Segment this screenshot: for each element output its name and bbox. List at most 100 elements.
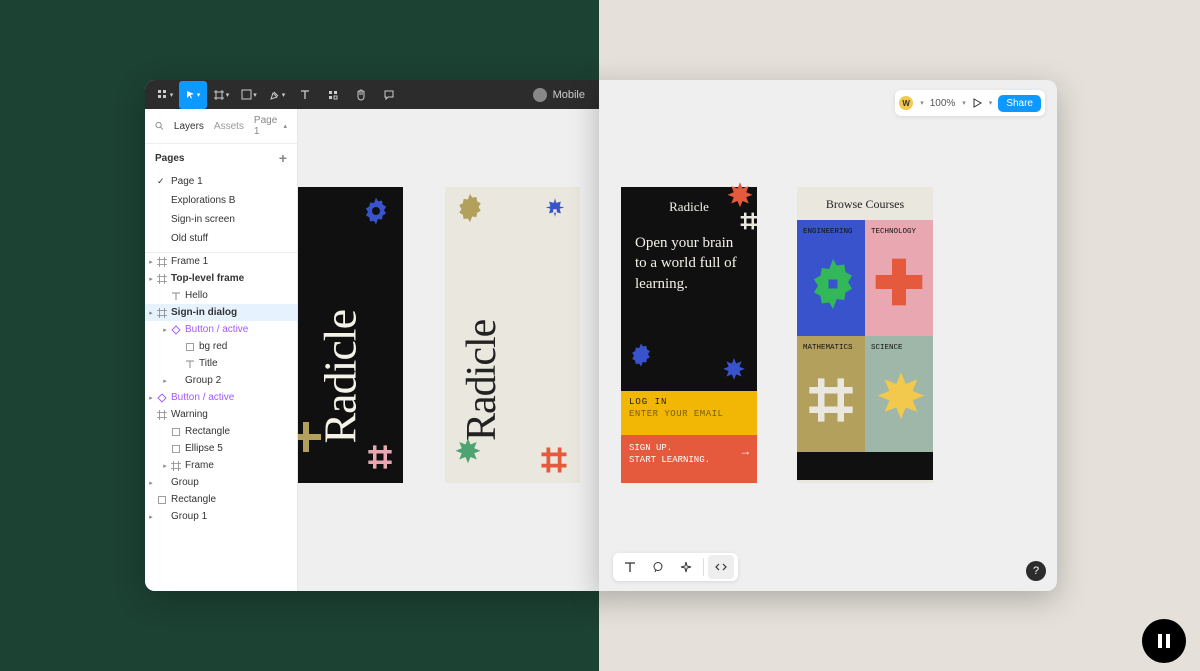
figma-viewer-window: W ▾ 100% ▾ ▾ Share Radicle Open your bra… bbox=[599, 80, 1057, 591]
radicle-logo-text: Radicle bbox=[314, 224, 367, 444]
add-page-button[interactable]: + bbox=[279, 150, 287, 166]
figma-editor-window: ▾ ▾ ▾ ▾ ▾ Mobile bbox=[145, 80, 599, 591]
layer-label: Frame 1 bbox=[169, 256, 208, 267]
hash-icon bbox=[805, 374, 857, 426]
page-item[interactable]: Explorations B bbox=[145, 191, 297, 210]
layer-row[interactable]: Warning bbox=[145, 406, 297, 423]
pen-icon bbox=[269, 89, 281, 101]
page-item[interactable]: Sign-in screen bbox=[145, 210, 297, 229]
text-icon bbox=[624, 561, 636, 573]
radicle-logo-text: Radicle bbox=[458, 221, 506, 441]
frame-icon bbox=[155, 274, 169, 284]
layers-tab[interactable]: Layers bbox=[174, 121, 204, 132]
comment-button[interactable] bbox=[645, 555, 671, 579]
layer-label: Button / active bbox=[169, 392, 234, 403]
layer-label: Rectangle bbox=[183, 426, 230, 437]
comment-icon bbox=[383, 89, 395, 101]
layer-row[interactable]: Title bbox=[145, 355, 297, 372]
rect-icon bbox=[169, 427, 183, 437]
frame-radicle-dark[interactable]: Radicle bbox=[298, 187, 403, 483]
frame-radicle-light[interactable]: Radicle bbox=[445, 187, 580, 483]
layer-row[interactable]: bg red bbox=[145, 338, 297, 355]
layer-row[interactable]: Rectangle bbox=[145, 423, 297, 440]
shape-tool-button[interactable]: ▾ bbox=[235, 81, 263, 109]
user-avatar[interactable] bbox=[533, 88, 547, 102]
layer-row[interactable]: ▸Frame bbox=[145, 457, 297, 474]
text-tool-button[interactable] bbox=[291, 81, 319, 109]
pause-icon bbox=[1158, 634, 1162, 648]
page-item[interactable]: Page 1 bbox=[145, 172, 297, 191]
frame-footer bbox=[797, 452, 933, 480]
layers-panel: Layers Assets Page 1▴ Pages + Page 1Expl… bbox=[145, 109, 298, 591]
card-science[interactable]: SCIENCE bbox=[865, 336, 933, 452]
main-menu-button[interactable]: ▾ bbox=[151, 81, 179, 109]
text-icon bbox=[183, 359, 197, 369]
rect-icon bbox=[169, 444, 183, 454]
layer-label: bg red bbox=[197, 341, 227, 352]
frame-browse-courses[interactable]: Browse Courses ENGINEERING TECHNOLOGY MA… bbox=[797, 187, 933, 483]
layer-label: Group 2 bbox=[183, 375, 221, 386]
layer-row[interactable]: ▸Top-level frame bbox=[145, 270, 297, 287]
layer-row[interactable]: Ellipse 5 bbox=[145, 440, 297, 457]
layer-label: Group 1 bbox=[169, 511, 207, 522]
move-tool-button[interactable]: ▾ bbox=[179, 81, 207, 109]
burst-icon bbox=[873, 370, 929, 426]
help-button[interactable]: ? bbox=[1026, 561, 1046, 581]
frame-icon bbox=[169, 461, 183, 471]
viewer-canvas[interactable]: Radicle Open your brain to a world full … bbox=[599, 80, 1057, 591]
devmode-button[interactable] bbox=[708, 555, 734, 579]
layer-label: Sign-in dialog bbox=[169, 307, 237, 318]
comment-tool-button[interactable] bbox=[375, 81, 403, 109]
layer-row[interactable]: ▸Group bbox=[145, 474, 297, 491]
email-input[interactable]: ENTER YOUR EMAIL bbox=[629, 409, 749, 419]
text-icon bbox=[300, 90, 310, 100]
pages-title: Pages bbox=[155, 153, 184, 164]
pages-list: Page 1Explorations BSign-in screenOld st… bbox=[145, 172, 297, 253]
hand-tool-button[interactable] bbox=[347, 81, 375, 109]
component-icon bbox=[155, 393, 169, 403]
gear-icon bbox=[627, 341, 655, 369]
frame-signin[interactable]: Radicle Open your brain to a world full … bbox=[621, 187, 757, 483]
assets-tab[interactable]: Assets bbox=[214, 121, 244, 132]
pointer-icon bbox=[186, 90, 196, 100]
layer-label: Hello bbox=[183, 290, 208, 301]
editor-canvas[interactable]: Radicle Radicle bbox=[298, 109, 599, 591]
hash-icon bbox=[739, 211, 759, 231]
layer-row[interactable]: ▸Button / active bbox=[145, 389, 297, 406]
pen-tool-button[interactable]: ▾ bbox=[263, 81, 291, 109]
layer-label: Button / active bbox=[183, 324, 248, 335]
card-engineering[interactable]: ENGINEERING bbox=[797, 220, 865, 336]
rect-icon bbox=[155, 495, 169, 505]
search-icon[interactable] bbox=[155, 121, 164, 131]
page-item[interactable]: Old stuff bbox=[145, 229, 297, 248]
signup-button[interactable]: SIGN UP. START LEARNING. → bbox=[621, 435, 757, 483]
frame-tool-button[interactable]: ▾ bbox=[207, 81, 235, 109]
browse-title: Browse Courses bbox=[797, 187, 933, 220]
text-annotation-button[interactable] bbox=[617, 555, 643, 579]
gear-icon bbox=[803, 254, 863, 314]
card-technology[interactable]: TECHNOLOGY bbox=[865, 220, 933, 336]
card-mathematics[interactable]: MATHEMATICS bbox=[797, 336, 865, 452]
text-icon bbox=[169, 291, 183, 301]
stamp-button[interactable] bbox=[673, 555, 699, 579]
layer-row[interactable]: Rectangle bbox=[145, 491, 297, 508]
code-icon bbox=[714, 561, 728, 573]
resources-button[interactable] bbox=[319, 81, 347, 109]
layers-list: ▸Frame 1▸Top-level frame Hello ▸Sign-in di… bbox=[145, 253, 297, 525]
layer-row[interactable]: ▸Group 1 bbox=[145, 508, 297, 525]
frame-icon bbox=[155, 410, 169, 420]
rectangle-icon bbox=[241, 89, 252, 100]
login-section: LOG IN ENTER YOUR EMAIL bbox=[621, 391, 757, 435]
layer-row[interactable]: Hello bbox=[145, 287, 297, 304]
page-selector[interactable]: Page 1▴ bbox=[254, 115, 287, 137]
layer-row[interactable]: ▸Group 2 bbox=[145, 372, 297, 389]
frame-icon bbox=[155, 308, 169, 318]
layer-row[interactable]: ▸Sign-in dialog bbox=[145, 304, 297, 321]
layer-row[interactable]: ▸Button / active bbox=[145, 321, 297, 338]
layer-label: Group bbox=[169, 477, 199, 488]
pause-button[interactable] bbox=[1142, 619, 1186, 663]
layer-row[interactable]: ▸Frame 1 bbox=[145, 253, 297, 270]
login-label: LOG IN bbox=[629, 397, 749, 407]
hash-icon bbox=[366, 443, 394, 471]
sparkle-icon bbox=[680, 561, 692, 573]
